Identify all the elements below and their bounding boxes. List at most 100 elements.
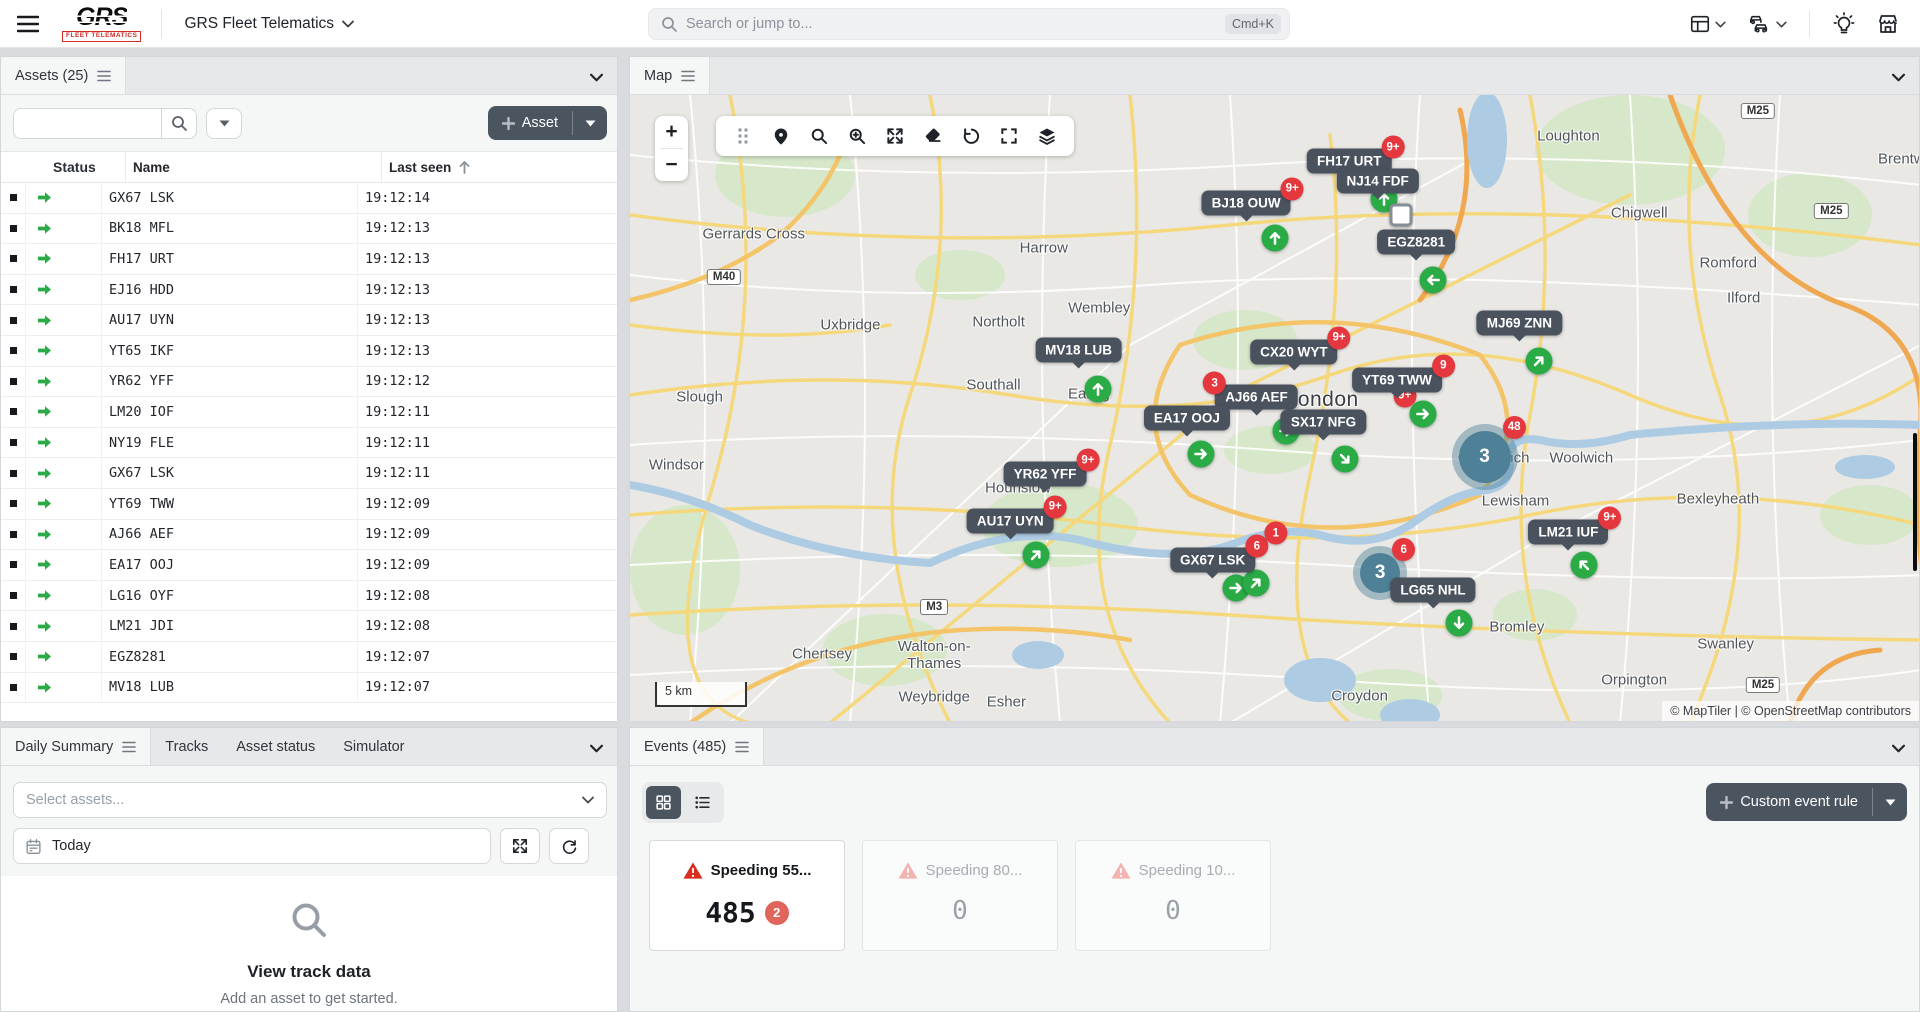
vehicle-label-chip[interactable]: EGZ8281: [1377, 230, 1455, 255]
collapse-panel-icon[interactable]: [585, 66, 607, 88]
panel-menu-icon[interactable]: [681, 70, 695, 82]
vehicle-label-chip[interactable]: CX20 WYT9+: [1250, 339, 1338, 364]
table-row[interactable]: EJ16 HDD19:12:13: [1, 275, 617, 306]
vehicles-button[interactable]: [1738, 7, 1795, 41]
zoom-in-button[interactable]: [840, 119, 874, 153]
table-row[interactable]: AU17 UYN19:12:13: [1, 305, 617, 336]
table-row[interactable]: YR62 YFF19:12:12: [1, 367, 617, 398]
vehicle-marker[interactable]: 9+: [1409, 400, 1436, 427]
table-row[interactable]: YT65 IKF19:12:13: [1, 336, 617, 367]
zoom-in-button[interactable]: +: [655, 116, 688, 148]
layout-panels-button[interactable]: [1681, 7, 1734, 41]
custom-event-rule-dropdown[interactable]: [1873, 783, 1907, 821]
vehicle-marker[interactable]: [1261, 224, 1288, 251]
layers-button[interactable]: [1030, 119, 1064, 153]
table-row[interactable]: NY19 FLE19:12:11: [1, 428, 617, 459]
tab-tracks[interactable]: Tracks: [151, 728, 222, 765]
fullscreen-button[interactable]: [992, 119, 1026, 153]
add-asset-dropdown[interactable]: [573, 106, 607, 140]
table-row[interactable]: EA17 OOJ19:12:09: [1, 550, 617, 581]
map-scrollbar[interactable]: [1913, 433, 1917, 571]
asset-search-button[interactable]: [161, 108, 197, 139]
tab-daily-summary[interactable]: Daily Summary: [1, 728, 151, 765]
table-row[interactable]: YT69 TWW19:12:09: [1, 489, 617, 520]
map-canvas[interactable]: + − 5 km © MapTiler | © OpenStreetMap co…: [630, 95, 1919, 721]
grs-logo[interactable]: GRS FLEET TELEMATICS: [62, 5, 141, 42]
vehicle-label-chip[interactable]: GX67 LSK61: [1170, 548, 1255, 573]
expand-arrows-button[interactable]: [878, 119, 912, 153]
vehicle-label-chip[interactable]: LM21 IUF9+: [1528, 519, 1608, 544]
vehicle-marker[interactable]: [1445, 609, 1472, 636]
panel-menu-icon[interactable]: [735, 741, 749, 753]
vehicle-cluster-marker[interactable]: 348: [1452, 424, 1518, 490]
tab-simulator[interactable]: Simulator: [329, 728, 418, 765]
add-asset-button[interactable]: Asset: [488, 106, 572, 140]
refresh-button[interactable]: [549, 828, 589, 864]
vehicle-label-chip[interactable]: YT69 TWW9: [1352, 367, 1442, 392]
marketplace-button[interactable]: [1868, 6, 1908, 42]
vehicle-marker[interactable]: [1084, 375, 1111, 402]
vehicle-label-chip[interactable]: YR62 YFF9+: [1004, 462, 1087, 487]
panel-menu-icon[interactable]: [97, 70, 111, 82]
vehicle-marker[interactable]: [1525, 348, 1552, 375]
event-rule-card[interactable]: Speeding 80...0: [862, 840, 1058, 951]
panel-menu-icon[interactable]: [122, 741, 136, 753]
list-view-button[interactable]: [685, 786, 720, 819]
vehicle-marker[interactable]: [1243, 569, 1270, 596]
collapse-panel-icon[interactable]: [1887, 737, 1909, 759]
vehicle-marker[interactable]: [1570, 551, 1597, 578]
vehicle-label-chip[interactable]: LG65 NHL: [1390, 577, 1475, 602]
table-row[interactable]: MV18 LUB19:12:07: [1, 673, 617, 704]
column-name[interactable]: Name: [125, 152, 381, 182]
column-status[interactable]: Status: [25, 152, 125, 182]
vehicle-marker[interactable]: [1332, 446, 1359, 473]
custom-event-rule-button[interactable]: Custom event rule: [1706, 783, 1872, 821]
vehicle-label-chip[interactable]: AJ66 AEF3: [1215, 385, 1298, 410]
vehicle-label-chip[interactable]: NJ14 FDF: [1336, 169, 1418, 194]
tab-assets[interactable]: Assets (25): [1, 57, 126, 94]
zoom-out-button[interactable]: −: [655, 149, 688, 181]
location-pin-button[interactable]: [764, 119, 798, 153]
vehicle-label-chip[interactable]: BJ18 OUW9+: [1202, 190, 1291, 215]
event-rule-card[interactable]: Speeding 55...4852: [649, 840, 845, 951]
vehicle-marker[interactable]: [1023, 542, 1050, 569]
column-last-seen[interactable]: Last seen: [381, 152, 617, 182]
eraser-button[interactable]: [916, 119, 950, 153]
drag-handle-button[interactable]: [726, 119, 760, 153]
table-row[interactable]: LG16 OYF19:12:08: [1, 581, 617, 612]
asset-filter-input[interactable]: [13, 108, 161, 139]
whats-new-button[interactable]: [1824, 6, 1864, 42]
tab-events[interactable]: Events (485): [630, 728, 764, 765]
tab-map[interactable]: Map: [630, 57, 710, 94]
grid-view-button[interactable]: [646, 786, 681, 819]
event-rule-card[interactable]: Speeding 10...0: [1075, 840, 1271, 951]
asset-filter-dropdown[interactable]: [206, 108, 242, 139]
vehicle-label-chip[interactable]: MJ69 ZNN: [1477, 311, 1562, 336]
rotate-ccw-button[interactable]: [954, 119, 988, 153]
vehicle-marker[interactable]: [1420, 266, 1447, 293]
collapse-panel-icon[interactable]: [1887, 66, 1909, 88]
global-search[interactable]: Search or jump to... Cmd+K: [648, 8, 1290, 40]
table-row[interactable]: LM20 IOF19:12:11: [1, 397, 617, 428]
table-row[interactable]: GX67 LSK19:12:14: [1, 183, 617, 214]
vehicle-label-chip[interactable]: SX17 NFG: [1281, 410, 1366, 435]
vehicle-label-chip[interactable]: AU17 UYN9+: [967, 508, 1054, 533]
table-row[interactable]: GX67 LSK19:12:11: [1, 458, 617, 489]
vehicle-marker[interactable]: [1188, 440, 1215, 467]
expand-date-range-button[interactable]: [500, 828, 540, 864]
table-row[interactable]: LM21 JDI19:12:08: [1, 611, 617, 642]
tab-asset-status[interactable]: Asset status: [222, 728, 329, 765]
select-assets-dropdown[interactable]: Select assets...: [13, 782, 607, 818]
collapse-panel-icon[interactable]: [585, 737, 607, 759]
table-row[interactable]: BK18 MFL19:12:13: [1, 214, 617, 245]
hamburger-menu-icon[interactable]: [8, 6, 48, 42]
vehicle-label-chip[interactable]: MV18 LUB: [1035, 338, 1122, 363]
vehicle-label-chip[interactable]: EA17 OOJ: [1144, 406, 1230, 431]
table-row[interactable]: FH17 URT19:12:13: [1, 244, 617, 275]
sort-ascending-icon[interactable]: [459, 161, 470, 174]
table-row[interactable]: EGZ828119:12:07: [1, 642, 617, 673]
table-row[interactable]: AJ66 AEF19:12:09: [1, 520, 617, 551]
workspace-switcher[interactable]: GRS Fleet Telematics: [184, 15, 354, 33]
date-range-input[interactable]: Today: [13, 828, 491, 864]
stationary-vehicle-marker[interactable]: [1389, 204, 1412, 227]
